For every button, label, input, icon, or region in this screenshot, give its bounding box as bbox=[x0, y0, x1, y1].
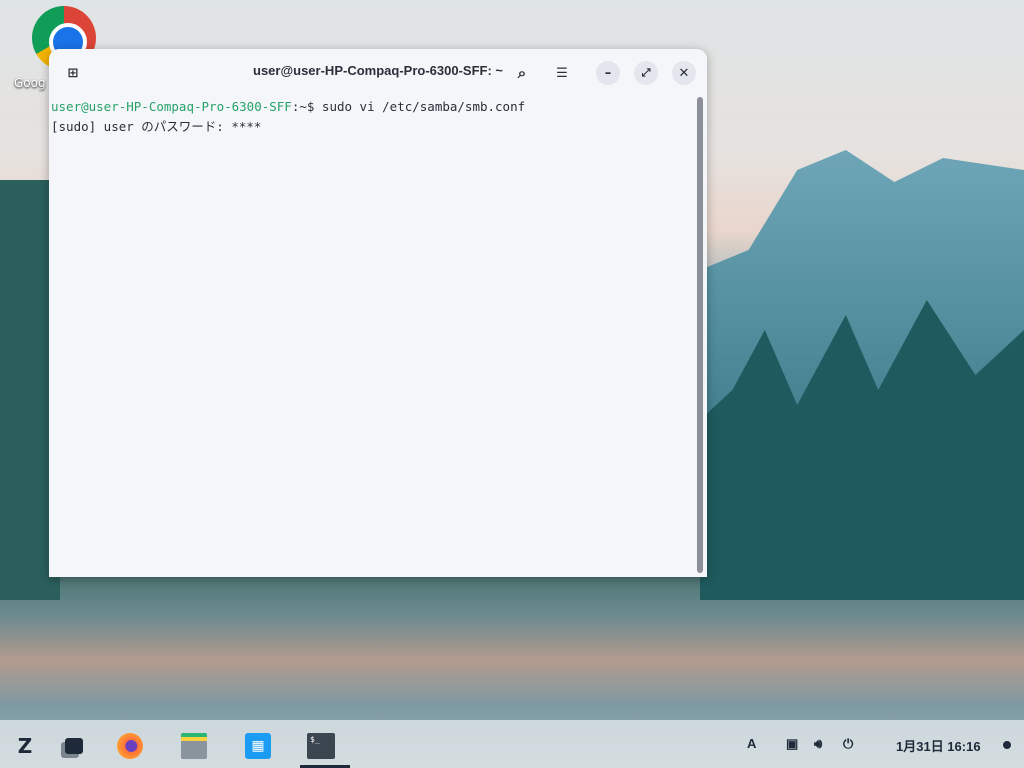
network-icon[interactable]: ▣ bbox=[786, 736, 798, 752]
terminal-output[interactable]: user@user-HP-Compaq-Pro-6300-SFF:~$ sudo… bbox=[49, 95, 707, 139]
keyboard-layout-indicator[interactable]: A bbox=[747, 736, 756, 751]
menu-icon[interactable]: ☰ bbox=[550, 61, 574, 85]
command-text: sudo vi /etc/samba/smb.conf bbox=[314, 99, 526, 114]
zorin-menu-icon[interactable]: Z bbox=[11, 732, 39, 760]
title-bar[interactable]: ⊞ user@user-HP-Compaq-Pro-6300-SFF: ~ ⌕ … bbox=[49, 49, 707, 95]
maximize-button[interactable]: ⤢ bbox=[634, 61, 658, 85]
close-button[interactable]: ✕ bbox=[672, 61, 696, 85]
notification-dot[interactable] bbox=[1003, 741, 1011, 749]
software-store-icon[interactable]: ▦ bbox=[244, 732, 272, 760]
workspaces-icon[interactable] bbox=[60, 732, 88, 760]
terminal-line: user@user-HP-Compaq-Pro-6300-SFF:~$ sudo… bbox=[51, 97, 705, 117]
prompt-user-host: user@user-HP-Compaq-Pro-6300-SFF bbox=[51, 99, 292, 114]
scrollbar[interactable] bbox=[697, 97, 703, 573]
taskbar: Z ▦ $_ A ▣ 🔊︎ ⏻ 1月31日 16:16 bbox=[0, 720, 1024, 768]
power-icon[interactable]: ⏻ bbox=[843, 736, 853, 752]
files-icon[interactable] bbox=[180, 732, 208, 760]
search-icon[interactable]: ⌕ bbox=[510, 61, 534, 85]
terminal-line: [sudo] user のパスワード: **** bbox=[51, 119, 262, 134]
terminal-window: ⊞ user@user-HP-Compaq-Pro-6300-SFF: ~ ⌕ … bbox=[49, 49, 707, 577]
terminal-app-icon[interactable]: $_ bbox=[307, 732, 335, 760]
volume-icon[interactable]: 🔊︎ bbox=[814, 736, 822, 752]
prompt-path: :~$ bbox=[291, 99, 315, 114]
firefox-icon[interactable] bbox=[116, 732, 144, 760]
chrome-desktop-label[interactable]: Goog bbox=[14, 76, 46, 90]
minimize-button[interactable]: – bbox=[596, 61, 620, 85]
clock[interactable]: 1月31日 16:16 bbox=[896, 736, 981, 755]
